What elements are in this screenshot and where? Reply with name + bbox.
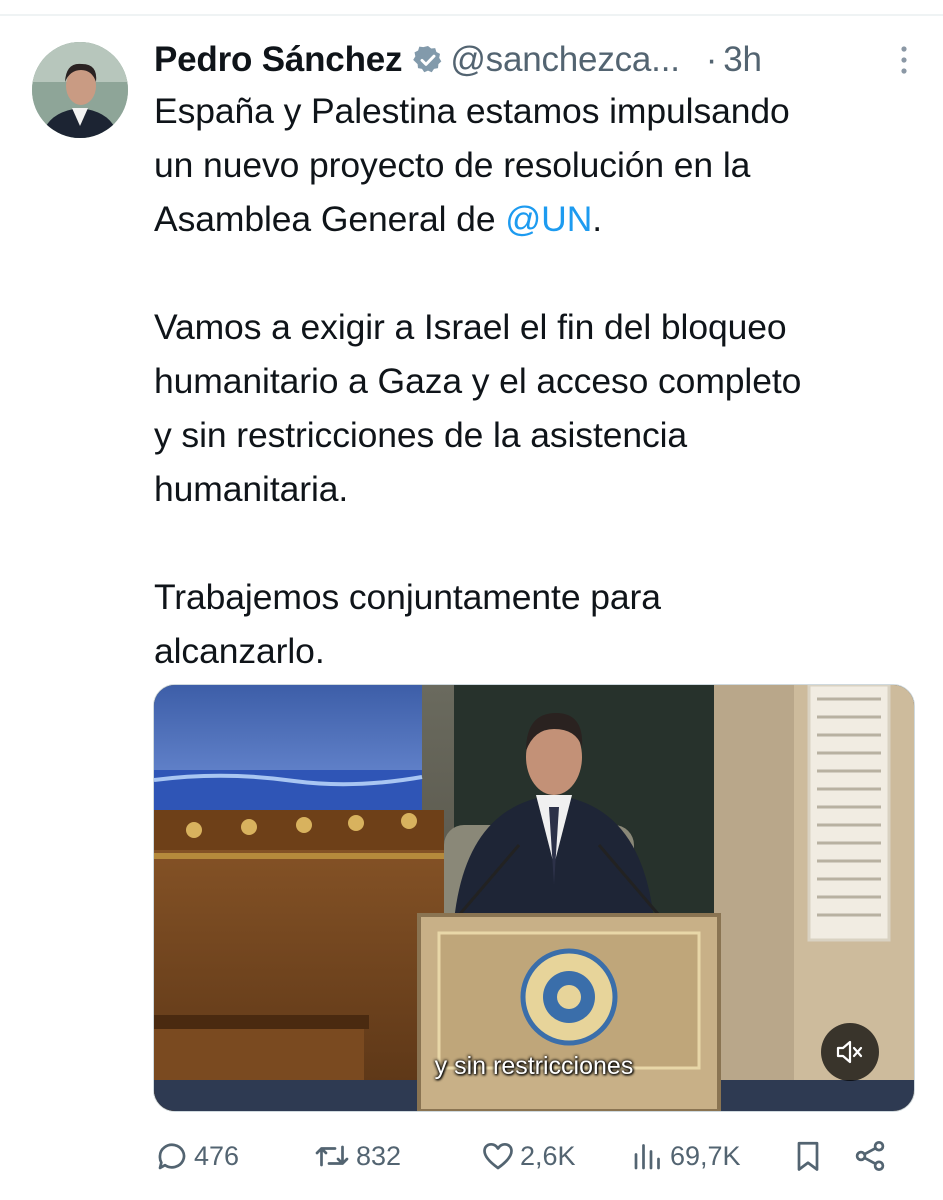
author-handle[interactable]: @sanchezca... [450, 40, 680, 80]
repost-icon [315, 1145, 349, 1167]
share-icon [855, 1141, 885, 1171]
tweet-actions: 476 832 2,6K 69,7K [154, 1130, 914, 1182]
mute-button[interactable] [821, 1023, 879, 1081]
text-line: humanitaria. [154, 469, 349, 509]
reply-icon [158, 1143, 186, 1170]
text-line: y sin restricciones de la asistencia [154, 415, 688, 455]
text-line: un nuevo proyecto de resolución en la [154, 145, 751, 185]
repost-count: 832 [356, 1140, 402, 1171]
text-line: alcanzarlo. [154, 631, 325, 671]
more-options-icon[interactable] [894, 42, 914, 78]
like-button[interactable]: 2,6K [480, 1138, 630, 1174]
avatar-photo [32, 42, 128, 138]
text-line: humanitario a Gaza y el acceso completo [154, 361, 802, 401]
heart-icon [483, 1142, 513, 1170]
video-frame [154, 685, 914, 1111]
separator-dot: · [705, 40, 718, 79]
views-icon [634, 1144, 660, 1170]
top-divider [0, 14, 943, 16]
bookmark-icon [797, 1141, 819, 1171]
bookmark-button[interactable] [790, 1138, 852, 1174]
repost-button[interactable]: 832 [312, 1138, 480, 1174]
text-line: España y Palestina estamos impulsando [154, 91, 790, 131]
tweet-text: España y Palestina estamos impulsando un… [154, 84, 924, 678]
verified-badge-icon[interactable] [412, 44, 444, 76]
timestamp[interactable]: 3h [723, 40, 762, 80]
views-button[interactable]: 69,7K [630, 1138, 790, 1174]
mention-link[interactable]: @UN [505, 199, 592, 239]
text-fragment: Asamblea General de [154, 199, 506, 239]
share-button[interactable] [852, 1138, 892, 1174]
tweet-header: Pedro Sánchez @sanchezca... · 3h [154, 36, 914, 84]
speaker-muted-icon [836, 1040, 863, 1064]
text-line: Asamblea General de @UN. [154, 192, 924, 246]
views-count: 69,7K [670, 1140, 741, 1171]
text-fragment: . [592, 199, 603, 239]
text-line: Vamos a exigir a Israel el fin del bloqu… [154, 307, 787, 347]
reply-button[interactable]: 476 [154, 1138, 312, 1174]
video-subtitle: y sin restricciones [434, 1052, 634, 1080]
video-player[interactable]: y sin restricciones [153, 684, 915, 1112]
author-name[interactable]: Pedro Sánchez [154, 40, 403, 80]
avatar[interactable] [32, 42, 128, 138]
like-count: 2,6K [520, 1140, 576, 1171]
reply-count: 476 [194, 1140, 240, 1171]
text-line: Trabajemos conjuntamente para [154, 577, 661, 617]
